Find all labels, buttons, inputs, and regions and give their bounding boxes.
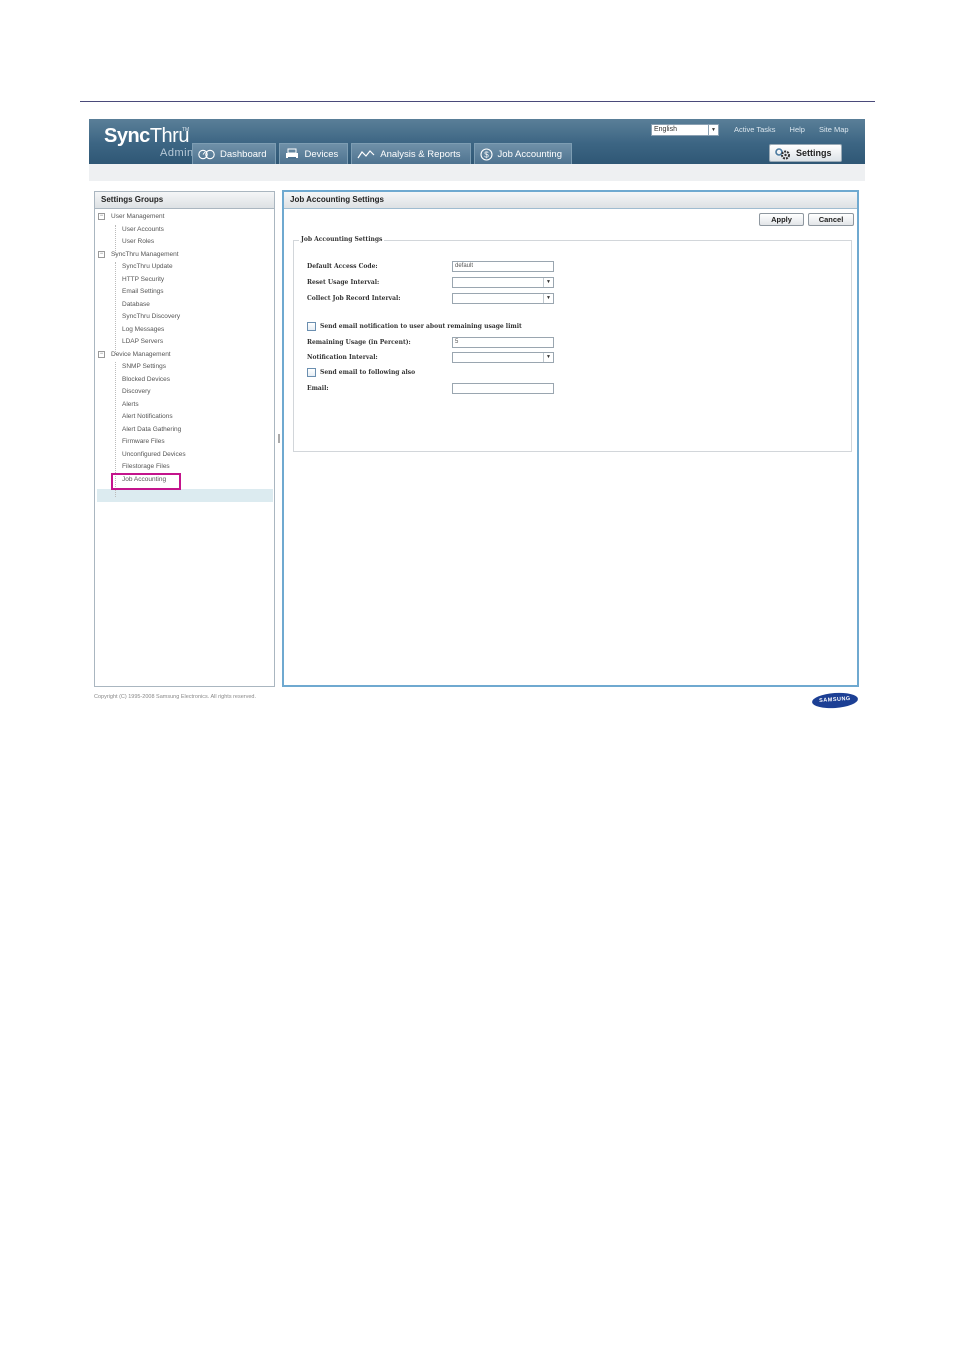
cancel-button[interactable]: Cancel bbox=[808, 213, 854, 226]
logo-sync-text: Sync bbox=[104, 125, 150, 147]
tree-item-email-settings[interactable]: Email Settings bbox=[95, 286, 164, 298]
tab-analysis-reports[interactable]: Analysis & Reports bbox=[351, 143, 471, 164]
remaining-usage-input[interactable]: 5 bbox=[452, 337, 554, 348]
collapse-icon[interactable]: − bbox=[98, 350, 105, 358]
remaining-usage-label: Remaining Usage (in Percent): bbox=[307, 339, 411, 346]
apply-button[interactable]: Apply bbox=[759, 213, 804, 226]
chevron-down-icon: ▼ bbox=[543, 278, 553, 287]
tree-group-device-management[interactable]: − Device Management bbox=[95, 349, 171, 361]
main-tabs: Dashboard Devices Analysis & Reports $ J… bbox=[192, 143, 572, 164]
gear-icon bbox=[775, 147, 790, 159]
tab-dashboard-label: Dashboard bbox=[220, 148, 267, 160]
synchthru-logo: SyncThru TM Admin bbox=[104, 125, 193, 159]
svg-text:$: $ bbox=[484, 150, 489, 159]
default-access-code-label: Default Access Code: bbox=[307, 263, 378, 270]
collapse-icon[interactable]: − bbox=[98, 250, 105, 258]
panel-splitter[interactable] bbox=[278, 434, 280, 443]
tree-group-syncthru-management[interactable]: − SyncThru Management bbox=[95, 249, 179, 261]
tree-group-label: User Management bbox=[111, 213, 165, 220]
printer-icon bbox=[286, 148, 299, 159]
settings-groups-panel: Settings Groups − User Management User Ac… bbox=[94, 191, 275, 687]
send-email-following-label: Send email to following also bbox=[320, 369, 416, 376]
tab-dashboard[interactable]: Dashboard bbox=[192, 143, 277, 164]
notification-interval-select[interactable]: ▼ bbox=[452, 352, 554, 363]
email-label: Email: bbox=[307, 385, 329, 392]
tree-item-filestorage-files[interactable]: Filestorage Files bbox=[95, 461, 170, 473]
settings-button[interactable]: Settings bbox=[769, 144, 842, 162]
sub-toolbar bbox=[89, 164, 865, 181]
tree-item-alert-data-gathering[interactable]: Alert Data Gathering bbox=[95, 424, 181, 436]
tree-item-unconfigured-devices[interactable]: Unconfigured Devices bbox=[95, 449, 186, 461]
top-rule bbox=[80, 101, 875, 102]
tree-group-label: SyncThru Management bbox=[111, 250, 179, 258]
top-links: Active Tasks Help Site Map bbox=[734, 125, 849, 134]
email-input[interactable] bbox=[452, 383, 554, 394]
language-select[interactable]: English ▼ bbox=[651, 124, 719, 136]
logo-admin-text: Admin bbox=[160, 147, 194, 159]
help-link[interactable]: Help bbox=[790, 125, 805, 134]
tree-group-user-management[interactable]: − User Management bbox=[95, 211, 164, 223]
app-header: SyncThru TM Admin Dashboard Devices Anal… bbox=[89, 119, 865, 164]
settings-label: Settings bbox=[796, 148, 832, 158]
tree-item-user-roles[interactable]: User Roles bbox=[95, 236, 154, 248]
samsung-logo: SAMSUNG bbox=[811, 691, 859, 710]
tree-item-alerts[interactable]: Alerts bbox=[95, 399, 139, 411]
tree-item-syncthru-discovery[interactable]: SyncThru Discovery bbox=[95, 311, 180, 323]
tree-item-discovery[interactable]: Discovery bbox=[95, 386, 151, 398]
default-access-code-input[interactable]: default bbox=[452, 261, 554, 272]
copyright-text: Copyright (C) 1995-2008 Samsung Electron… bbox=[94, 694, 257, 700]
active-tasks-link[interactable]: Active Tasks bbox=[734, 125, 776, 134]
chevron-down-icon: ▼ bbox=[543, 294, 553, 303]
tree-item-firmware-files[interactable]: Firmware Files bbox=[95, 436, 165, 448]
tab-job-accounting[interactable]: $ Job Accounting bbox=[473, 143, 572, 164]
tree-item-database[interactable]: Database bbox=[95, 299, 150, 311]
tab-analysis-label: Analysis & Reports bbox=[380, 148, 461, 160]
tree-item-ldap-servers[interactable]: LDAP Servers bbox=[95, 336, 163, 348]
selection-highlight-box bbox=[111, 473, 181, 490]
tree-item-user-accounts[interactable]: User Accounts bbox=[95, 224, 164, 236]
tree-item-syncthru-update[interactable]: SyncThru Update bbox=[95, 261, 173, 273]
chevron-down-icon: ▼ bbox=[543, 353, 553, 362]
chart-icon bbox=[357, 149, 375, 158]
site-map-link[interactable]: Site Map bbox=[819, 125, 849, 134]
tree-item-http-security[interactable]: HTTP Security bbox=[95, 274, 164, 286]
notification-interval-label: Notification Interval: bbox=[307, 354, 378, 361]
tab-job-accounting-label: Job Accounting bbox=[497, 148, 562, 160]
language-value: English bbox=[654, 126, 677, 133]
tab-devices-label: Devices bbox=[304, 148, 339, 160]
tree-item-blocked-devices[interactable]: Blocked Devices bbox=[95, 374, 170, 386]
logo-tm: TM bbox=[182, 127, 190, 133]
selected-row-highlight bbox=[97, 489, 273, 502]
reset-usage-interval-label: Reset Usage Interval: bbox=[307, 279, 380, 286]
fieldset-legend: Job Accounting Settings bbox=[299, 236, 385, 243]
job-accounting-settings-panel: Job Accounting Settings Apply Cancel Job… bbox=[282, 190, 859, 687]
settings-groups-title: Settings Groups bbox=[95, 192, 274, 209]
send-email-notification-label: Send email notification to user about re… bbox=[320, 323, 522, 330]
tree-group-label: Device Management bbox=[111, 350, 171, 358]
job-accounting-fieldset: Job Accounting Settings Default Access C… bbox=[293, 236, 852, 452]
tab-devices[interactable]: Devices bbox=[279, 143, 349, 164]
collect-job-record-interval-label: Collect Job Record Interval: bbox=[307, 295, 401, 302]
send-email-following-checkbox[interactable] bbox=[307, 368, 316, 377]
chevron-down-icon: ▼ bbox=[708, 125, 718, 135]
tree-item-alert-notifications[interactable]: Alert Notifications bbox=[95, 411, 173, 423]
tree-item-snmp-settings[interactable]: SNMP Settings bbox=[95, 361, 166, 373]
collapse-icon[interactable]: − bbox=[98, 213, 105, 220]
reset-usage-interval-select[interactable]: ▼ bbox=[452, 277, 554, 288]
panel-title: Job Accounting Settings bbox=[284, 192, 857, 209]
collect-job-record-interval-select[interactable]: ▼ bbox=[452, 293, 554, 304]
dollar-icon: $ bbox=[479, 147, 493, 161]
dashboard-icon bbox=[198, 149, 215, 159]
tree-item-log-messages[interactable]: Log Messages bbox=[95, 324, 164, 336]
send-email-notification-checkbox[interactable] bbox=[307, 322, 316, 331]
